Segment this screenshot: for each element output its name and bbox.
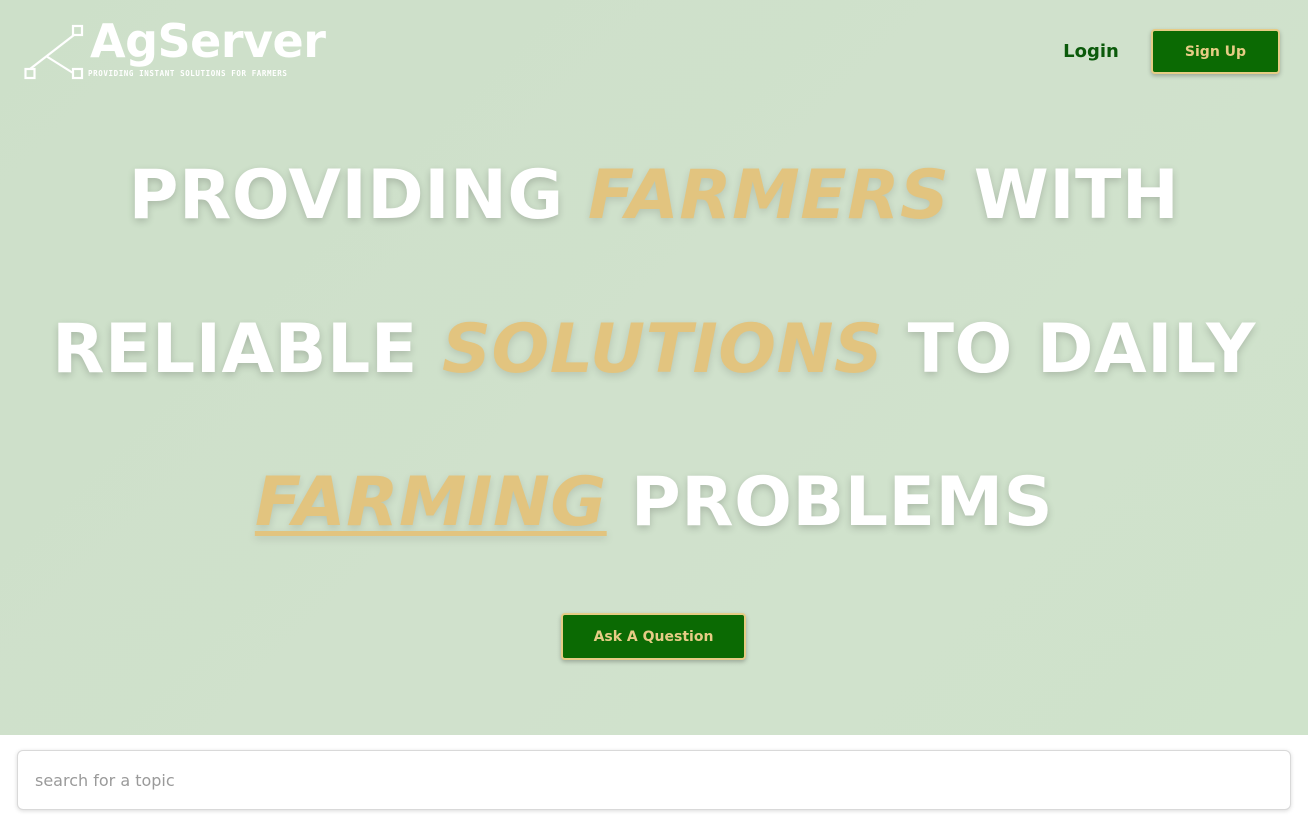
hero-section: AgServer PROVIDING INSTANT SOLUTIONS FOR… — [0, 0, 1308, 735]
headline-accent-text: FARMERS — [587, 156, 950, 235]
headline-text: PROVIDING — [128, 156, 564, 235]
ask-question-button[interactable]: Ask A Question — [561, 613, 746, 660]
headline-text: RELIABLE — [52, 310, 418, 389]
headline-line-3: FARMING PROBLEMS — [0, 463, 1308, 543]
headline-accent-text: SOLUTIONS — [441, 310, 884, 389]
headline-text: WITH — [973, 156, 1180, 235]
brand-logo[interactable]: AgServer PROVIDING INSTANT SOLUTIONS FOR… — [24, 14, 344, 84]
search-input[interactable] — [18, 751, 1290, 809]
headline-line-2: RELIABLE SOLUTIONS TO DAILY — [0, 310, 1308, 390]
headline-text: PROBLEMS — [630, 463, 1054, 542]
brand-tagline: PROVIDING INSTANT SOLUTIONS FOR FARMERS — [88, 69, 288, 78]
headline-text: TO DAILY — [907, 310, 1256, 389]
network-nodes-icon — [24, 24, 84, 80]
headline-accent-text: FARMING — [254, 463, 607, 542]
sign-up-button[interactable]: Sign Up — [1151, 29, 1280, 74]
headline-line-1: PROVIDING FARMERS WITH — [0, 156, 1308, 236]
brand-name: AgServer — [90, 14, 326, 68]
login-link[interactable]: Login — [1046, 38, 1136, 66]
search-bar — [17, 750, 1291, 810]
